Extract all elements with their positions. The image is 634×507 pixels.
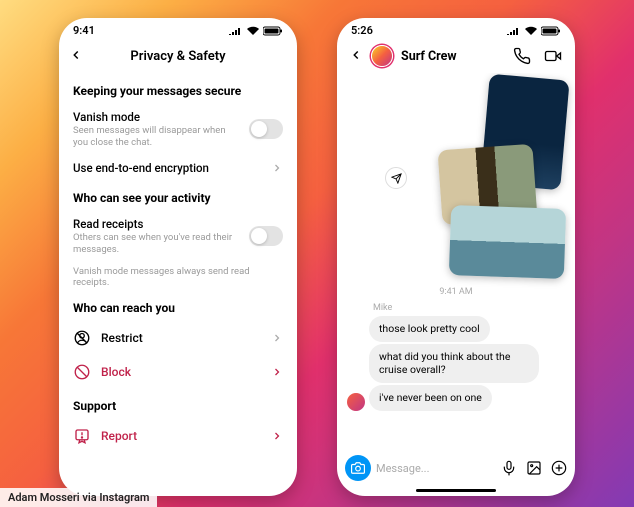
section-heading-reach: Who can reach you [73,301,283,315]
chat-screen: 5:26 Surf Crew [337,18,575,496]
setting-label: Block [101,365,261,379]
back-button[interactable] [349,47,363,66]
setting-label: Use end-to-end encryption [73,161,263,175]
status-icons [228,26,283,36]
read-receipts-toggle[interactable] [249,226,283,246]
receipts-note: Vanish mode messages always send read re… [73,262,283,292]
message-bubble[interactable]: i've never been on one [369,385,492,411]
camera-button[interactable] [345,455,371,481]
block-row[interactable]: Block [73,355,283,389]
status-time: 5:26 [351,24,373,37]
wifi-icon [246,26,260,36]
photo-3[interactable] [449,205,566,279]
section-heading-support: Support [73,399,283,413]
message-row: what did you think about the cruise over… [347,344,565,383]
screen-header: Privacy & Safety [59,41,297,74]
restrict-row[interactable]: Restrict [73,321,283,355]
chat-header: Surf Crew [337,41,575,73]
image-credit: Adam Mosseri via Instagram [0,488,157,507]
restrict-icon [73,329,91,347]
signal-icon [506,26,521,36]
vanish-mode-row[interactable]: Vanish mode Seen messages will disappear… [73,104,283,155]
section-heading-activity: Who can see your activity [73,191,283,205]
settings-screen: 9:41 Privacy & Safety Keeping your messa… [59,18,297,496]
chat-title[interactable]: Surf Crew [401,49,505,64]
setting-label: Report [101,429,261,443]
chat-timestamp: 9:41 AM [347,287,565,297]
status-bar: 5:26 [337,18,575,41]
chevron-right-icon [271,366,283,378]
setting-label: Restrict [101,331,261,345]
message-bubble[interactable]: those look pretty cool [369,316,490,342]
chat-avatar[interactable] [371,45,393,67]
e2e-encryption-row[interactable]: Use end-to-end encryption [73,155,283,181]
signal-icon [228,26,243,36]
status-time: 9:41 [73,24,95,37]
message-avatar[interactable] [347,393,365,411]
chat-body[interactable]: 9:41 AM Mike those look pretty cool what… [337,73,575,450]
voice-button[interactable] [501,460,517,476]
setting-sub: Others can see when you've read their me… [73,232,241,256]
wifi-icon [524,26,538,36]
battery-icon [541,26,561,36]
back-button[interactable] [69,47,87,66]
vanish-mode-toggle[interactable] [249,119,283,139]
chevron-right-icon [271,430,283,442]
report-icon [73,427,91,445]
audio-call-button[interactable] [513,47,531,65]
composer: Message... [337,450,575,487]
message-row: those look pretty cool [347,316,565,342]
block-icon [73,363,91,381]
read-receipts-row[interactable]: Read receipts Others can see when you've… [73,211,283,262]
status-icons [506,26,561,36]
forward-button[interactable] [385,167,407,189]
status-bar: 9:41 [59,18,297,41]
section-heading-secure: Keeping your messages secure [73,84,283,98]
message-input[interactable]: Message... [376,462,496,475]
page-title: Privacy & Safety [87,49,269,64]
home-indicator[interactable] [416,489,496,492]
video-call-button[interactable] [543,47,563,65]
settings-list[interactable]: Keeping your messages secure Vanish mode… [59,74,297,496]
message-bubble[interactable]: what did you think about the cruise over… [369,344,539,383]
message-row: i've never been on one [347,385,565,411]
sticker-button[interactable] [551,460,567,476]
setting-label: Vanish mode [73,110,241,124]
sender-name: Mike [373,303,565,313]
photo-message-stack[interactable] [415,77,565,277]
chevron-right-icon [271,162,283,174]
setting-label: Read receipts [73,217,241,231]
battery-icon [263,26,283,36]
gallery-button[interactable] [526,460,542,476]
chevron-right-icon [271,332,283,344]
report-row[interactable]: Report [73,419,283,453]
setting-sub: Seen messages will disappear when you cl… [73,125,241,149]
